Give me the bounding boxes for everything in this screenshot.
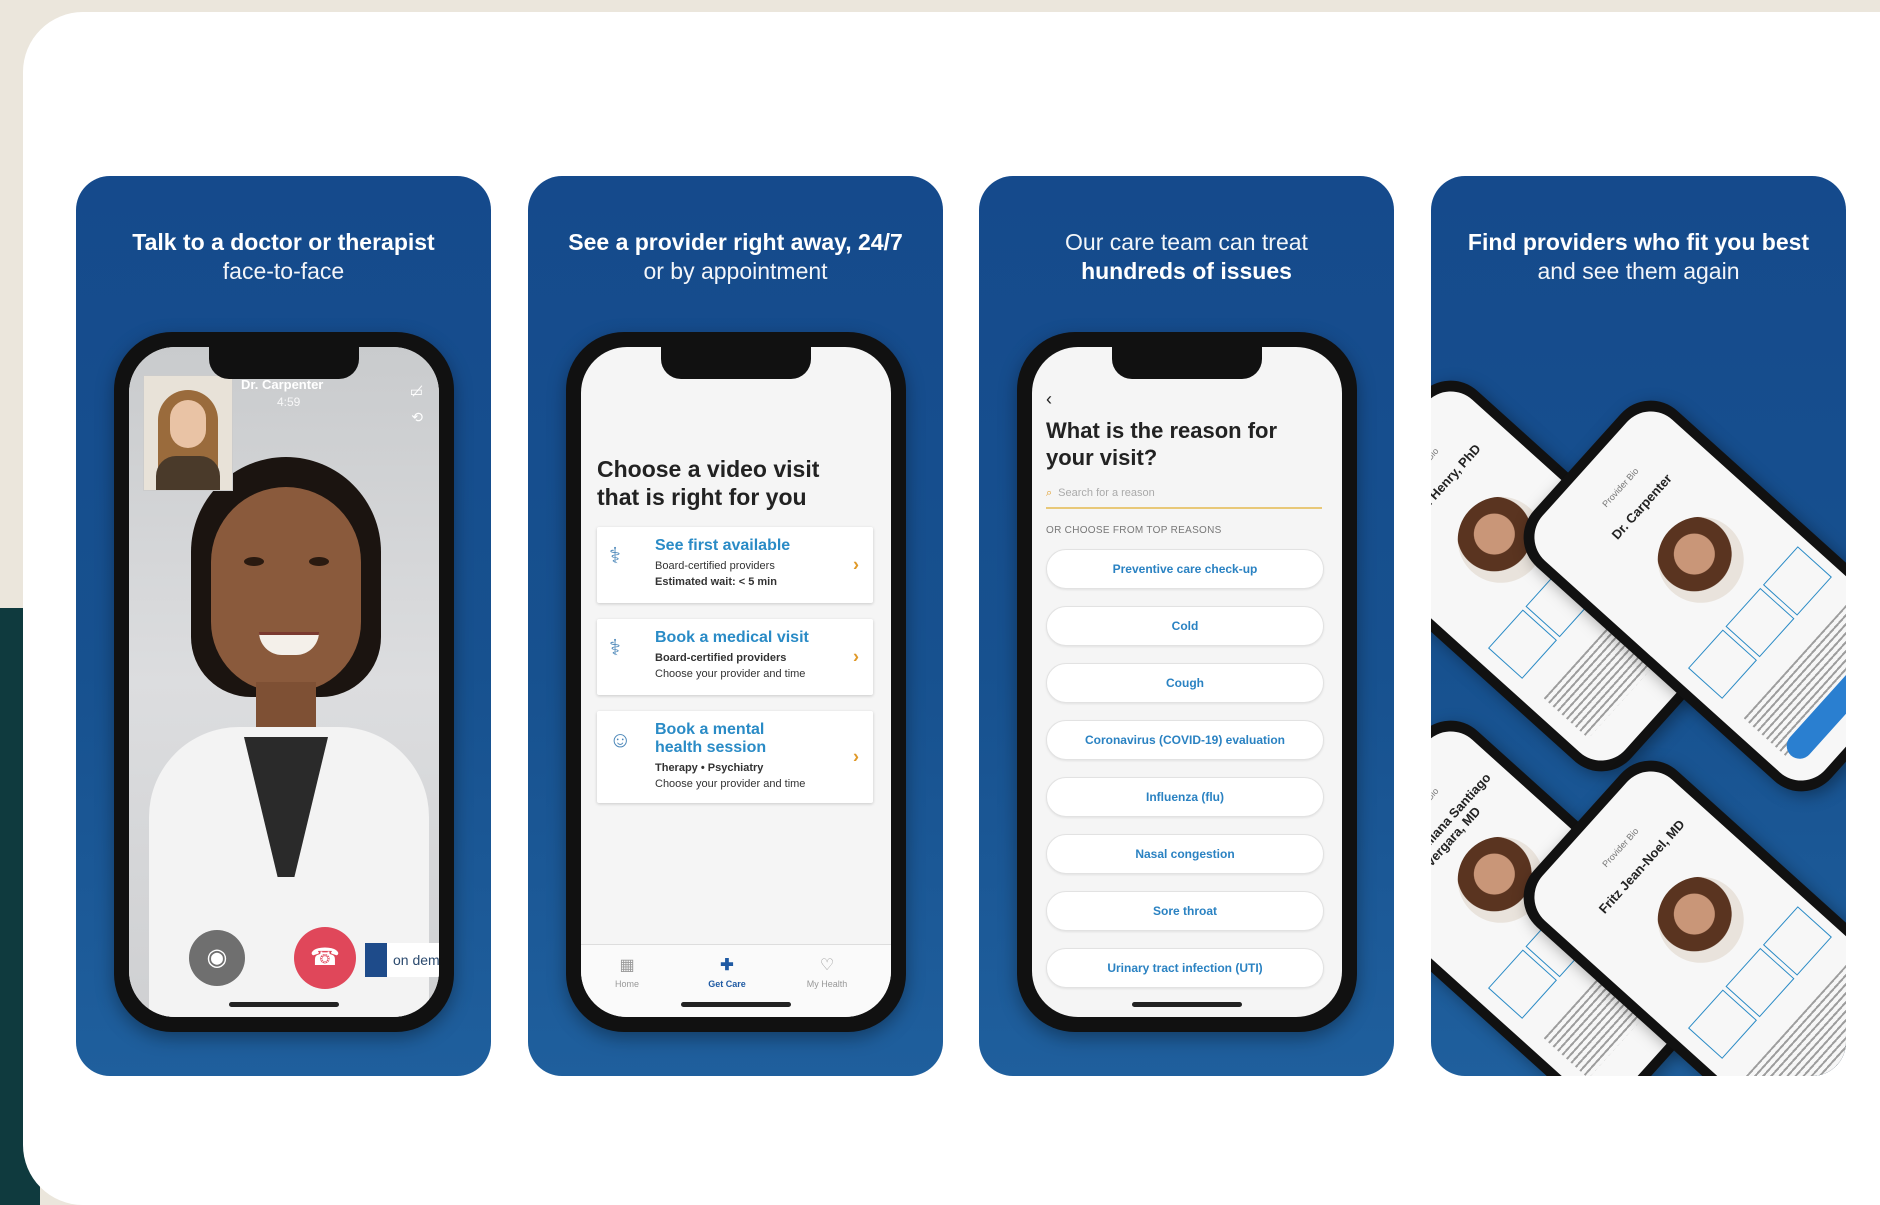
screen-title: Choose a video visit that is right for y… — [597, 456, 820, 510]
provider-avatar — [1640, 859, 1762, 981]
screenshot-panel-video-call[interactable]: Talk to a doctor or therapist face-to-fa… — [76, 176, 491, 1076]
provider-icon: ⚕ — [609, 543, 621, 568]
tab-home[interactable]: ▦ Home — [587, 955, 667, 989]
brand-badge: on dema — [365, 943, 439, 977]
option-line1: Board-certified providers — [655, 652, 787, 664]
caption-bold: Find providers who fit you best — [1467, 229, 1810, 255]
medical-bag-icon: ✚ — [720, 957, 734, 974]
medical-provider-icon: ⚕ — [609, 635, 621, 660]
option-line2: Choose your provider and time — [655, 778, 806, 790]
doctor-eye — [309, 557, 329, 566]
option-line1: Therapy • Psychiatry — [655, 762, 764, 774]
search-placeholder: Search for a reason — [1058, 487, 1155, 499]
doctor-eye — [244, 557, 264, 566]
option-line2: Choose your provider and time — [655, 668, 806, 680]
caption-bold: See a provider right away, 24/7 — [568, 229, 903, 255]
caption-normal: or by appointment — [643, 258, 828, 284]
phone-notch — [1112, 347, 1262, 379]
switch-camera-icon[interactable]: ⟲ — [411, 409, 423, 426]
phone-screen: Choose a video visit that is right for y… — [581, 347, 891, 1017]
reason-pill[interactable]: Sore throat — [1046, 891, 1324, 931]
option-see-first-available[interactable]: ⚕ See first available Board-certified pr… — [597, 527, 873, 603]
section-label: OR CHOOSE FROM TOP REASONS — [1046, 525, 1222, 536]
caption-normal: Our care team can treat — [1065, 229, 1308, 255]
home-icon: ▦ — [619, 957, 635, 974]
tab-label: Get Care — [708, 979, 746, 989]
phone-screen: Dr. Carpenter 4:59 ▭̸ ⟲ ◉ ☎ on dema — [129, 347, 439, 1017]
reason-search-input[interactable]: ⌕ Search for a reason — [1046, 487, 1322, 509]
screenshot-panel-providers[interactable]: Find providers who fit you best and see … — [1431, 176, 1846, 1076]
option-title: Book a medical visit — [655, 629, 809, 646]
reason-pill[interactable]: Influenza (flu) — [1046, 777, 1324, 817]
reason-pill[interactable]: Nasal congestion — [1046, 834, 1324, 874]
tab-label: Home — [614, 979, 639, 989]
end-call-icon[interactable]: ☎ — [294, 927, 356, 989]
tab-get-care[interactable]: ✚ Get Care — [687, 955, 767, 989]
home-indicator — [229, 1002, 339, 1007]
option-title: See first available — [655, 537, 791, 554]
panel-caption: Talk to a doctor or therapist face-to-fa… — [76, 228, 491, 286]
chevron-right-icon: › — [853, 746, 859, 767]
screenshot-panel-reasons[interactable]: Our care team can treat hundreds of issu… — [979, 176, 1394, 1076]
caption-bold: hundreds of issues — [1081, 258, 1292, 284]
heart-icon: ♡ — [819, 957, 835, 974]
self-view-body — [156, 456, 220, 490]
reason-pill[interactable]: Coronavirus (COVID-19) evaluation — [1046, 720, 1324, 760]
screenshot-panel-visit-types[interactable]: See a provider right away, 24/7 or by ap… — [528, 176, 943, 1076]
phone-mockup: Dr. Carpenter 4:59 ▭̸ ⟲ ◉ ☎ on dema — [114, 332, 454, 1032]
search-icon: ⌕ — [1046, 487, 1053, 499]
reason-pill[interactable]: Urinary tract infection (UTI) — [1046, 948, 1324, 988]
self-view-face — [170, 400, 206, 448]
phone-mockup: Choose a video visit that is right for y… — [566, 332, 906, 1032]
option-title: Book a mental health session — [655, 721, 767, 756]
caption-normal: face-to-face — [222, 258, 345, 284]
phone-screen: ‹ What is the reason for your visit? ⌕ Se… — [1032, 347, 1342, 1017]
panel-caption: Our care team can treat hundreds of issu… — [979, 228, 1394, 286]
option-book-medical-visit[interactable]: ⚕ Book a medical visit Board-certified p… — [597, 619, 873, 695]
reason-pill[interactable]: Preventive care check-up — [1046, 549, 1324, 589]
phone-notch — [661, 347, 811, 379]
tab-label: My Health — [806, 979, 848, 989]
option-book-mental-health[interactable]: ☺ Book a mental health session Therapy •… — [597, 711, 873, 803]
option-line1: Board-certified providers — [655, 560, 775, 572]
mental-health-icon: ☺ — [609, 727, 632, 752]
video-off-icon[interactable]: ▭̸ — [410, 383, 423, 400]
chevron-right-icon: › — [853, 554, 859, 575]
tab-my-health[interactable]: ♡ My Health — [787, 955, 867, 989]
self-view-thumbnail[interactable] — [143, 375, 233, 491]
chevron-right-icon: › — [853, 646, 859, 667]
caller-name: Dr. Carpenter — [241, 377, 324, 392]
camera-icon[interactable]: ◉ — [189, 930, 245, 986]
provider-avatar — [1640, 499, 1762, 621]
reason-pill[interactable]: Cough — [1046, 663, 1324, 703]
screenshot-gallery-card: Talk to a doctor or therapist face-to-fa… — [23, 12, 1880, 1205]
phone-notch — [209, 347, 359, 379]
panel-caption: See a provider right away, 24/7 or by ap… — [528, 228, 943, 286]
call-timer: 4:59 — [277, 395, 301, 409]
back-chevron-icon[interactable]: ‹ — [1046, 389, 1052, 410]
panel-caption: Find providers who fit you best and see … — [1431, 228, 1846, 286]
caption-normal: and see them again — [1537, 258, 1740, 284]
doctor-face — [211, 487, 361, 692]
caption-bold: Talk to a doctor or therapist — [132, 229, 435, 255]
screen-title: What is the reason for your visit? — [1046, 418, 1278, 470]
home-indicator — [681, 1002, 791, 1007]
phone-mockup: ‹ What is the reason for your visit? ⌕ Se… — [1017, 332, 1357, 1032]
reason-pill[interactable]: Cold — [1046, 606, 1324, 646]
option-line2: Estimated wait: < 5 min — [655, 576, 777, 588]
home-indicator — [1132, 1002, 1242, 1007]
